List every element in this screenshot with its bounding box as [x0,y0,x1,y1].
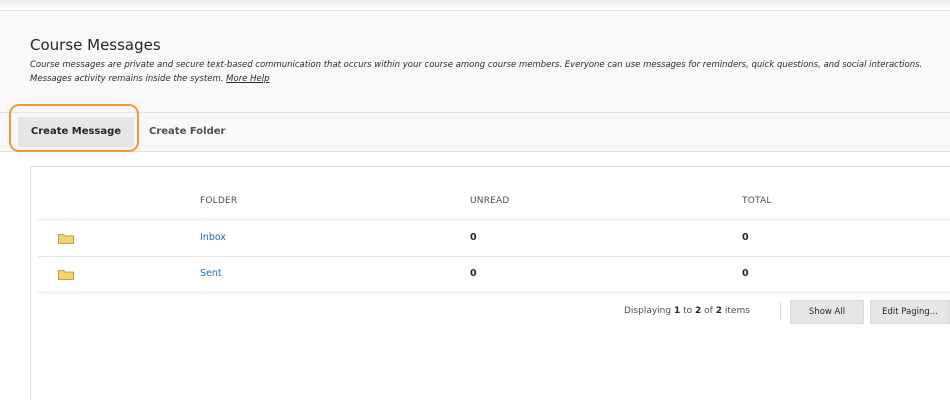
course-messages-page: Course Messages Course messages are priv… [0,0,950,400]
paging-from: 1 [673,306,681,316]
column-header-total[interactable]: TOTAL [742,196,772,206]
page-header: Course Messages Course messages are priv… [0,10,950,113]
folder-icon [58,234,74,244]
description-text: Course messages are private and secure t… [30,60,923,84]
total-count: 0 [742,268,749,279]
paging-total: 2 [715,306,722,316]
top-shadow [0,0,950,10]
folder-link-sent[interactable]: Sent [200,268,222,279]
column-header-unread[interactable]: UNREAD [470,196,510,206]
action-bar: Create Message Create Folder [0,112,950,152]
paging-status: Displaying 1 to 2 of 2 items [624,306,750,316]
paging-suffix: items [724,306,750,316]
create-message-button[interactable]: Create Message [18,117,134,147]
table-row: Sent 0 0 [38,256,950,293]
edit-paging-button[interactable]: Edit Paging... [870,300,950,324]
show-all-button[interactable]: Show All [790,300,864,324]
table-row: Inbox 0 0 [38,220,950,257]
more-help-link[interactable]: More Help [226,74,269,84]
total-count: 0 [742,232,749,243]
paging-prefix: Displaying [624,306,672,316]
paging-of-word: of [704,306,713,316]
unread-count: 0 [470,232,477,243]
unread-count: 0 [470,268,477,279]
table-header: FOLDER UNREAD TOTAL [38,185,950,220]
page-title: Course Messages [30,36,161,54]
paging-divider [780,302,781,320]
folder-link-inbox[interactable]: Inbox [200,232,226,243]
paging-to: 2 [695,306,702,316]
column-header-folder[interactable]: FOLDER [200,196,237,206]
create-folder-button[interactable]: Create Folder [149,117,225,147]
folder-icon [58,270,74,280]
paging-to-word: to [683,306,693,316]
page-description: Course messages are private and secure t… [30,58,942,86]
